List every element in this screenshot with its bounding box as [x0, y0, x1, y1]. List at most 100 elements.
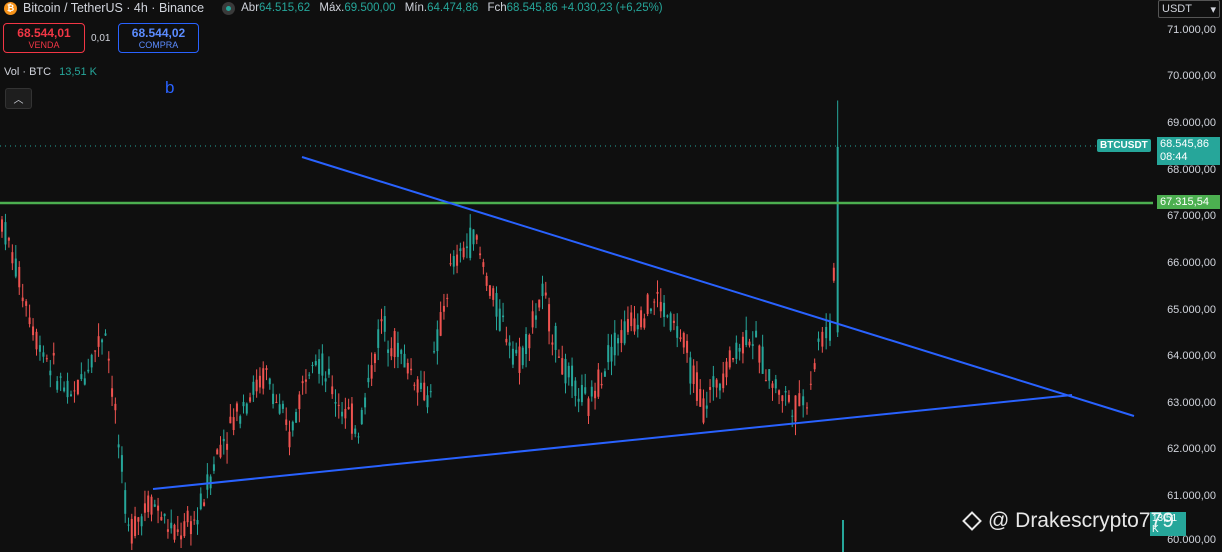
- descending-trendline[interactable]: [301, 156, 1135, 417]
- chart-marker-label[interactable]: b: [165, 78, 174, 98]
- symbol-title[interactable]: Bitcoin / TetherUS · 4h · Binance: [23, 1, 204, 15]
- candle-body: [528, 334, 531, 349]
- candle-body: [35, 331, 38, 350]
- candle-body: [140, 516, 143, 527]
- candle-body: [80, 374, 83, 380]
- candle-body: [439, 312, 442, 336]
- candle-body: [97, 336, 100, 347]
- candle-body: [393, 331, 396, 358]
- candle-body: [390, 348, 393, 357]
- candle-body: [357, 436, 360, 438]
- candle-body: [462, 247, 465, 258]
- candle-body: [94, 350, 97, 352]
- candle-body: [452, 256, 455, 267]
- price-chart[interactable]: [0, 0, 1222, 552]
- candle-body: [396, 342, 399, 357]
- candle-body: [301, 381, 304, 384]
- candle-body: [472, 229, 475, 245]
- candle-body: [802, 396, 805, 406]
- buy-button[interactable]: 68.544,02 COMPRA: [118, 23, 199, 53]
- currency-selector[interactable]: USDT ▾: [1158, 0, 1220, 18]
- candle-body: [239, 416, 242, 424]
- candle-body: [321, 353, 324, 376]
- candle-body: [469, 227, 472, 258]
- candle-body: [304, 379, 307, 382]
- candle-body: [153, 504, 156, 507]
- candle-body: [124, 490, 127, 514]
- candle-body: [597, 369, 600, 397]
- buy-label: COMPRA: [138, 40, 179, 50]
- ascending-trendline[interactable]: [152, 394, 1073, 490]
- candle-body: [298, 394, 301, 410]
- candle-body: [150, 496, 153, 515]
- candle-body: [449, 263, 452, 265]
- candle-body: [219, 444, 222, 458]
- candle-body: [193, 519, 196, 521]
- candle-body: [373, 353, 376, 364]
- candle-body: [130, 518, 133, 544]
- binance-logo-icon: [962, 511, 982, 531]
- candle-body: [475, 235, 478, 240]
- candle-body: [232, 417, 235, 431]
- candle-body: [157, 505, 160, 511]
- candle-body: [206, 474, 209, 490]
- candle-body: [341, 411, 344, 417]
- candle-body: [436, 329, 439, 352]
- candle-body: [567, 365, 570, 378]
- candle-body: [446, 297, 449, 299]
- candle-body: [347, 407, 350, 410]
- sell-button[interactable]: 68.544,01 VENDA: [3, 23, 85, 53]
- candle-body: [56, 381, 59, 390]
- axis-tick: 65.000,00: [1167, 304, 1216, 316]
- candle-body: [117, 444, 120, 448]
- candle-body: [285, 419, 288, 425]
- candle-body: [281, 403, 284, 409]
- close-label: Fch: [487, 2, 507, 14]
- candle-body: [561, 358, 564, 375]
- level-price-tag: 67.315,54: [1157, 195, 1220, 209]
- candle-body: [134, 516, 137, 537]
- candle-body: [643, 318, 646, 328]
- candle-body: [580, 384, 583, 403]
- candle-body: [90, 354, 93, 368]
- buy-price: 68.544,02: [131, 26, 186, 40]
- high-label: Máx.: [319, 2, 345, 14]
- collapse-legend-button[interactable]: ︿: [5, 88, 32, 109]
- candle-body: [745, 330, 748, 346]
- candle-body: [821, 331, 824, 347]
- candle-body: [423, 382, 426, 401]
- candle-body: [809, 383, 812, 385]
- candle-body: [262, 368, 265, 389]
- candle-body: [718, 383, 721, 391]
- candle-body: [255, 379, 258, 392]
- candle-body: [794, 395, 797, 422]
- candle-body: [564, 358, 567, 384]
- candle-body: [344, 409, 347, 419]
- candle-body: [666, 315, 669, 317]
- candle-body: [111, 388, 114, 397]
- candle-body: [825, 326, 828, 339]
- candle-body: [679, 337, 682, 340]
- candle-body: [548, 304, 551, 332]
- candle-body: [699, 389, 702, 407]
- candle-body: [498, 308, 501, 331]
- candle-body: [370, 365, 373, 379]
- candle-body: [216, 449, 219, 455]
- visibility-eye-icon[interactable]: [222, 1, 236, 15]
- current-price-value: 68.545,86: [1160, 138, 1209, 150]
- candle-body: [42, 352, 45, 357]
- candle-body: [127, 524, 130, 526]
- candle-body: [295, 412, 298, 423]
- candle-body: [222, 438, 225, 442]
- candle-body: [748, 341, 751, 346]
- candle-body: [268, 378, 271, 385]
- candle-body: [669, 313, 672, 331]
- candle-body: [101, 339, 104, 343]
- candle-body: [377, 329, 380, 348]
- candle-body: [502, 315, 505, 318]
- candle-body: [603, 371, 606, 377]
- candle-body: [735, 342, 738, 359]
- candle-body: [429, 391, 432, 393]
- candle-body: [511, 348, 514, 365]
- axis-tick: 61.000,00: [1167, 490, 1216, 502]
